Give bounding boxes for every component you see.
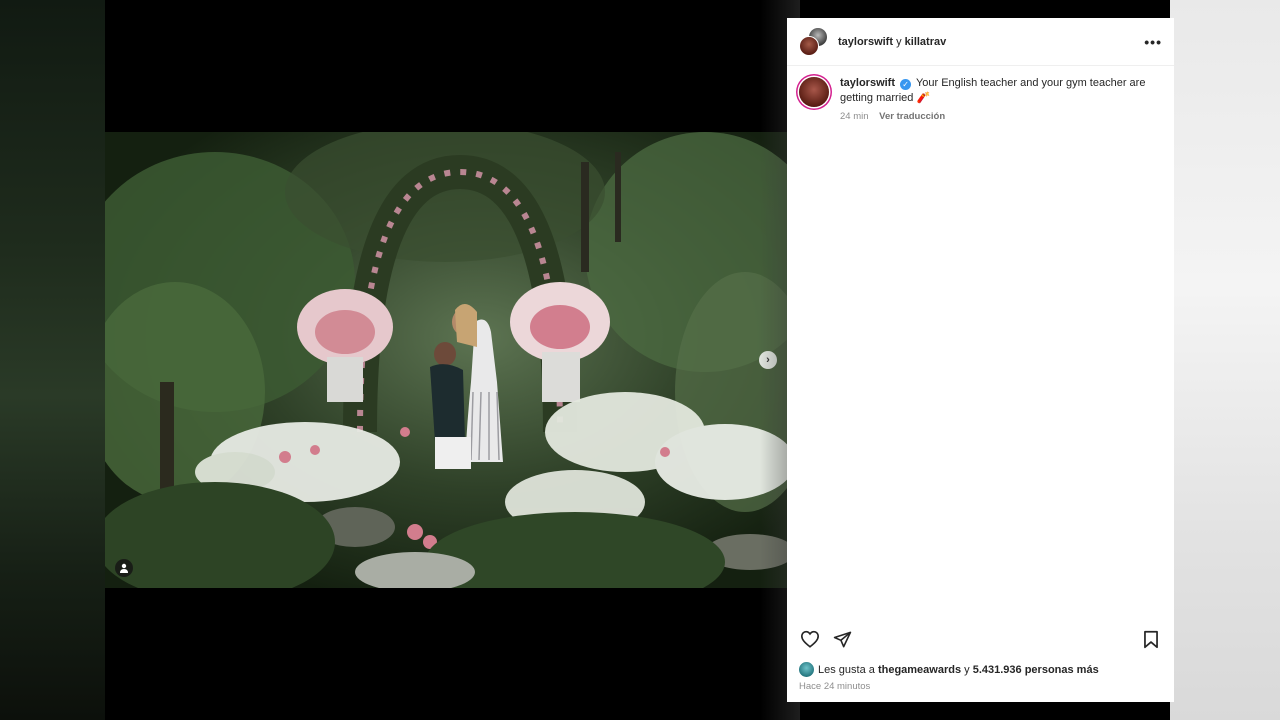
save-button[interactable] <box>1140 628 1162 650</box>
likes-prefix: Les gusta a <box>818 663 875 676</box>
authors-separator: y <box>893 35 905 48</box>
post-header: taylorswift y killatrav ••• <box>787 18 1174 66</box>
post-time: Hace 24 minutos <box>799 681 871 692</box>
more-options-icon[interactable]: ••• <box>1144 34 1162 50</box>
liker-username[interactable]: thegameawards <box>878 664 961 676</box>
avatar-taylorswift <box>799 35 819 56</box>
bookmark-icon <box>1144 630 1158 648</box>
author-link-taylorswift[interactable]: taylorswift <box>838 36 893 48</box>
post-authors: taylorswift y killatrav <box>838 36 946 48</box>
caption-meta: 24 min Ver traducción <box>840 109 1150 124</box>
liker-avatar[interactable] <box>799 662 814 677</box>
blurred-backdrop-left <box>0 0 110 720</box>
garden-proposal-photo <box>105 132 787 588</box>
post-photo: › <box>105 132 787 588</box>
post-side-panel: taylorswift y killatrav ••• taylorswift … <box>787 18 1174 702</box>
caption-username[interactable]: taylorswift <box>840 77 895 89</box>
verified-badge-icon: ✓ <box>900 79 912 90</box>
action-bar <box>787 624 1174 654</box>
like-button[interactable] <box>799 628 821 650</box>
person-tag-icon <box>120 563 128 573</box>
likes-separator: y <box>964 663 970 676</box>
likes-count[interactable]: 5.431.936 personas más <box>973 664 1099 676</box>
translate-link[interactable]: Ver traducción <box>879 111 945 122</box>
heart-icon <box>800 630 820 648</box>
blurred-backdrop-right <box>1170 0 1280 720</box>
send-icon <box>833 631 851 647</box>
share-button[interactable] <box>831 628 853 650</box>
collab-avatars[interactable] <box>799 27 827 56</box>
caption-emoji: 🧨 <box>916 92 931 104</box>
caption-body: taylorswift ✓ Your English teacher and y… <box>840 76 1150 124</box>
likes-summary: Les gusta a thegameawards y 5.431.936 pe… <box>799 662 1099 677</box>
media-pane: › <box>105 0 787 720</box>
caption-timestamp: 24 min <box>840 111 869 122</box>
tagged-people-button[interactable] <box>115 559 133 577</box>
author-link-killatrav[interactable]: killatrav <box>905 36 947 48</box>
caption-avatar[interactable] <box>799 77 829 107</box>
post-caption: taylorswift ✓ Your English teacher and y… <box>787 66 1174 124</box>
